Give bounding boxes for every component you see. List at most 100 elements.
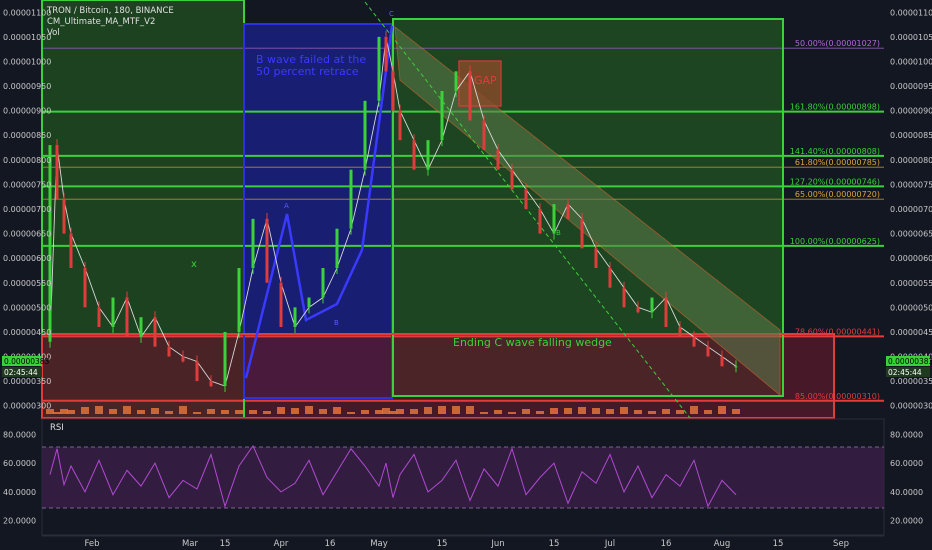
y-tick-left: 0.00000300 [3,402,51,411]
volume-bar [606,409,614,414]
candle-body [167,346,171,357]
y-tick-left: 0.00000650 [3,230,51,239]
candle-body [111,297,115,328]
candle-body [363,100,367,170]
fib-label: 161.80%(0.00000898) [790,103,880,112]
y-tick-left: 0.00000550 [3,279,51,288]
rsi-tick-right: 40.0000 [890,488,923,497]
candle-body [398,110,402,141]
y-tick-right: 0.00000600 [890,254,932,263]
candle-body [223,331,227,387]
candle-body [139,317,143,337]
y-tick-left: 0.00000700 [3,205,51,214]
candle-body [580,218,584,249]
candle-body [279,282,283,328]
rsi-tick-right: 60.0000 [890,459,923,468]
volume-bar [550,408,558,414]
volume-bar [207,409,215,414]
volume-bar [578,407,586,414]
y-tick-left: 0.00001050 [3,33,51,42]
volume-bar [634,410,642,414]
candle-body [412,140,416,170]
volume-bar [704,410,712,414]
rsi-tick-left: 40.0000 [3,488,36,497]
candle-body [153,317,157,347]
volume-bar [424,407,432,414]
volume-bar [263,411,271,414]
fib-label: 100.00%(0.00000625) [790,237,880,246]
candle-body [440,90,444,141]
y-tick-left: 0.00000900 [3,107,51,116]
candle-body [482,120,486,150]
x-tick: 15 [437,539,448,549]
volume-bar [305,406,313,414]
b-wave-note-2: 50 percent retrace [256,65,359,78]
candle-body [720,356,724,367]
x-tick: Jun [490,539,504,549]
timer-badge-right-text: 02:45:44 [888,368,922,377]
candle-body [83,268,87,308]
candle-body [251,218,255,269]
chart-title: TRON / Bitcoin, 180, BINANCE [46,6,174,16]
volume-bar [522,409,530,414]
volume-bar [494,410,502,414]
candle-body [426,140,430,170]
candle-body [594,248,598,269]
rsi-tick-right: 20.0000 [890,517,923,526]
candle-body [706,346,710,357]
x-tick: Feb [84,539,99,549]
candle-body [237,268,241,332]
candle-body [335,228,339,269]
b2-wave-label: B [556,229,561,237]
volume-bar [480,412,488,414]
rsi-tick-left: 20.0000 [3,517,36,526]
rsi-tick-right: 80.0000 [890,430,923,439]
candle-body [678,327,682,337]
volume-bar [410,409,418,414]
volume-bar [123,406,131,414]
fib-label: 141.40%(0.00000808) [790,147,880,156]
volume-bar [109,409,117,414]
y-tick-left: 0.00000450 [3,328,51,337]
volume-bar [438,406,446,414]
volume-bar [221,410,229,414]
candle-body [349,169,353,229]
y-tick-right: 0.00000750 [890,180,932,189]
y-tick-right: 0.00000650 [890,230,932,239]
y-tick-right: 0.00001000 [890,57,932,66]
zone-red-bottom [42,334,834,418]
volume-bar [319,409,327,414]
x-axis: Feb Mar 15 Apr 16 May 15 Jun 15 Jul 16 Aug 15 Sep [84,539,849,549]
volume-bar [95,406,103,414]
y-tick-right: 0.00000350 [890,377,932,386]
volume-bar [620,407,628,414]
y-tick-right: 0.00000300 [890,402,932,411]
volume-bar [592,408,600,414]
volume-bar [347,412,355,414]
candle-body [608,268,612,288]
candle-body [181,356,185,362]
y-tick-left: 0.00000350 [3,377,51,386]
y-tick-left: 0.00001100 [3,8,51,17]
x-wave-label: x [191,259,197,270]
candle-body [454,71,458,91]
y-tick-right: 0.00000450 [890,328,932,337]
candle-body [209,381,213,387]
volume-bar [53,412,61,414]
volume-bar [291,408,299,414]
x-tick: Aug [714,539,731,549]
x-tick: Sep [833,539,849,549]
y-tick-left: 0.00000800 [3,156,51,165]
volume-bar [193,412,201,414]
y-tick-right: 0.00000850 [890,131,932,140]
volume-bar [508,412,516,414]
candle-body [734,366,738,368]
x-tick: 15 [549,539,560,549]
candle-body [97,307,101,328]
y-tick-right: 0.00000950 [890,82,932,91]
volume-bar [277,407,285,414]
volume-bar [179,406,187,414]
fib-label: 65.00%(0.00000720) [795,190,880,199]
volume-bar [452,406,460,414]
candle-body [468,71,472,121]
